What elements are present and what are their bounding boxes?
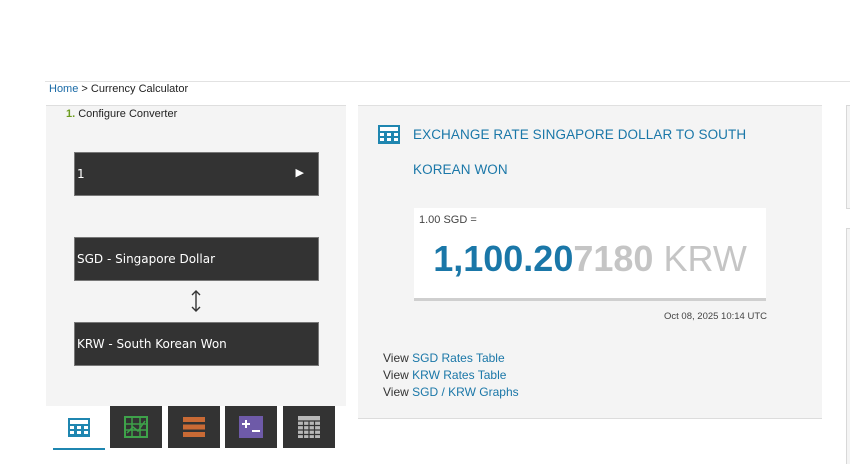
play-arrow-icon[interactable]: ▶ — [296, 166, 304, 179]
from-currency-select[interactable]: SGD - Singapore Dollar — [74, 237, 319, 281]
link-prefix: View — [383, 385, 413, 399]
list-item: View SGD / KRW Graphs — [383, 384, 519, 401]
calculator-icon — [378, 125, 400, 144]
rate-value: 1,100.207180 KRW — [414, 238, 766, 280]
breadcrumb-current: Currency Calculator — [90, 83, 189, 95]
krw-rates-table-link[interactable]: KRW Rates Table — [412, 368, 506, 382]
rate-base-label: 1.00 SGD = — [419, 214, 477, 226]
rate-extra-digits: 7180 — [573, 238, 654, 279]
tab-plus-minus[interactable] — [225, 406, 277, 448]
up-down-arrow-icon[interactable] — [187, 288, 205, 314]
table-grid-icon — [298, 416, 320, 438]
list-item: View SGD Rates Table — [383, 350, 519, 367]
rate-timestamp: Oct 08, 2025 10:14 UTC — [664, 311, 767, 322]
tab-lists[interactable] — [168, 406, 220, 448]
to-currency-select[interactable]: KRW - South Korean Won — [74, 322, 319, 366]
sgd-krw-graphs-link[interactable]: SGD / KRW Graphs — [412, 385, 518, 399]
list-bars-icon — [183, 417, 205, 437]
step-number: 1. — [66, 108, 76, 120]
rate-currency: KRW — [663, 238, 747, 279]
breadcrumb: Home > Currency Calculator — [49, 82, 188, 96]
breadcrumb-home-link[interactable]: Home — [49, 83, 78, 95]
chart-grid-icon — [124, 416, 148, 438]
tab-charts[interactable] — [110, 406, 162, 448]
to-currency-label: KRW - South Korean Won — [77, 337, 227, 351]
rate-card: 1.00 SGD = 1,100.207180 KRW — [414, 208, 766, 301]
page-title: EXCHANGE RATE SINGAPORE DOLLAR TO SOUTH … — [413, 127, 747, 177]
tab-tables[interactable] — [283, 406, 335, 448]
link-prefix: View — [383, 351, 413, 365]
from-currency-label: SGD - Singapore Dollar — [77, 252, 216, 266]
side-panel-top — [846, 105, 850, 209]
calculator-icon — [68, 417, 90, 437]
breadcrumb-separator: > — [81, 83, 88, 95]
side-panel-bottom — [846, 228, 850, 464]
converter-panel: 1. Configure Converter 1 ▶ SGD - Singapor… — [46, 105, 346, 406]
tool-tabs — [46, 406, 346, 450]
result-panel: EXCHANGE RATE SINGAPORE DOLLAR TO SOUTH … — [358, 105, 822, 419]
step-label: Configure Converter — [78, 108, 178, 120]
sgd-rates-table-link[interactable]: SGD Rates Table — [412, 351, 505, 365]
view-links: View SGD Rates Table View KRW Rates Tabl… — [383, 350, 519, 401]
step-title: 1. Configure Converter — [66, 107, 177, 121]
plus-minus-icon — [239, 416, 263, 438]
rate-main-digits: 1,100.20 — [433, 238, 574, 279]
list-item: View KRW Rates Table — [383, 367, 519, 384]
amount-input[interactable]: 1 ▶ — [74, 152, 319, 196]
tab-calculator[interactable] — [53, 406, 105, 450]
amount-value: 1 — [77, 167, 85, 181]
link-prefix: View — [383, 368, 413, 382]
